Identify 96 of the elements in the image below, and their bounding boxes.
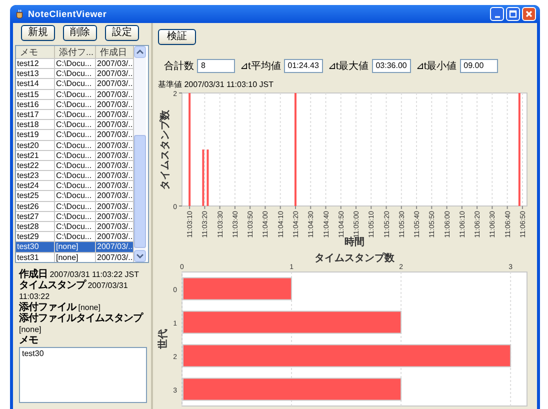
table-cell: C:\Docu...	[55, 222, 96, 232]
table-cell: C:\Docu...	[55, 90, 96, 99]
scroll-thumb[interactable]	[134, 134, 146, 248]
table-cell: test16	[16, 100, 55, 109]
scroll-up-icon[interactable]	[134, 46, 146, 58]
detail-text: タイムスタンプ 2007/03/31 11:03:22	[19, 280, 129, 302]
table-cell: [none]	[55, 242, 96, 252]
table-cell: test20	[16, 140, 55, 150]
minimize-button[interactable]	[490, 7, 504, 21]
table-row[interactable]: test17 C:\Docu... 2007/03/...	[16, 108, 134, 120]
table-row[interactable]: test26 C:\Docu... 2007/03/...	[16, 200, 134, 211]
table-cell: C:\Docu...	[55, 130, 96, 140]
axis-title: 世代	[158, 328, 169, 348]
toolbar-button[interactable]: 新規	[21, 25, 55, 41]
toolbar-button[interactable]: 削除	[63, 25, 97, 41]
axis-title: タイムスタンプ数	[160, 110, 171, 190]
table-cell: test24	[16, 181, 55, 190]
stat-field[interactable]: 01:24.43	[284, 59, 323, 73]
table-row[interactable]: test25 C:\Docu... 2007/03/...	[16, 190, 134, 201]
table-cell: test17	[16, 110, 55, 120]
column-header[interactable]: メモ	[16, 46, 55, 58]
axis-title: タイムスタンプ数	[314, 252, 394, 264]
table-cell: C:\Docu...	[55, 171, 96, 180]
table-cell: test15	[16, 90, 55, 99]
maximize-button[interactable]	[506, 7, 520, 21]
table-row[interactable]: test31 [none] 2007/03/...	[16, 252, 134, 262]
table-cell: C:\Docu...	[55, 69, 96, 78]
table-row[interactable]: test24 C:\Docu... 2007/03/...	[16, 180, 134, 190]
table-cell: C:\Docu...	[55, 191, 96, 201]
stat-label: ⊿t平均値	[240, 60, 281, 73]
table-cell: test31	[16, 252, 55, 262]
scrollbar[interactable]	[134, 46, 146, 262]
table-row[interactable]: test15 C:\Docu... 2007/03/...	[16, 88, 134, 99]
table-cell: test28	[16, 222, 55, 232]
table-cell: test23	[16, 171, 55, 180]
memo-field[interactable]: test30	[19, 346, 147, 403]
table-cell: test13	[16, 69, 55, 78]
scroll-down-icon[interactable]	[134, 250, 146, 262]
table-cell: test25	[16, 191, 55, 201]
chart-bar	[202, 150, 204, 206]
table-row[interactable]: test20 C:\Docu... 2007/03/...	[16, 140, 134, 150]
stat-field[interactable]: 03:36.00	[372, 59, 411, 73]
toolbar-button[interactable]: 設定	[105, 25, 139, 41]
close-icon	[524, 9, 534, 19]
table-cell: C:\Docu...	[55, 120, 96, 130]
chart-bar	[206, 150, 209, 206]
detail-text: 添付ファイルタイムスタンプ [none]	[19, 312, 144, 335]
table-cell: test27	[16, 212, 55, 221]
axis-title: 時間	[344, 237, 364, 248]
table-cell: C:\Docu...	[55, 79, 96, 89]
table-row[interactable]: test16 C:\Docu... 2007/03/...	[16, 98, 134, 109]
table-cell: test14	[16, 79, 55, 89]
table-cell: test26	[16, 202, 55, 211]
table-cell: C:\Docu...	[55, 181, 96, 190]
stat-field[interactable]: 8	[197, 59, 235, 73]
stat-label: ⊿t最大値	[328, 60, 369, 73]
table-row[interactable]: test12 C:\Docu... 2007/03/...	[16, 58, 134, 68]
minimize-icon	[494, 16, 500, 18]
table-row[interactable]: test27 C:\Docu... 2007/03/...	[16, 210, 134, 221]
maximize-icon	[508, 9, 518, 19]
table-cell: C:\Docu...	[55, 212, 96, 221]
detail-text: 添付ファイル [none]	[19, 302, 102, 313]
table-cell: test30	[16, 242, 55, 252]
cup-icon	[14, 8, 25, 20]
close-button[interactable]	[522, 7, 536, 21]
stat-label: 合計数	[164, 60, 194, 73]
base-value-text: 基準値 2007/03/31 11:03:10 JST	[157, 79, 274, 90]
table-cell: C:\Docu...	[55, 59, 96, 68]
table-row[interactable]: test19 C:\Docu... 2007/03/...	[16, 129, 134, 140]
detail-text: 作成日 2007/03/31 11:03:22 JST	[19, 268, 140, 280]
table-row[interactable]: test14 C:\Docu... 2007/03/...	[16, 78, 134, 89]
table-cell: [none]	[55, 252, 96, 262]
table-row[interactable]: test13 C:\Docu... 2007/03/...	[16, 68, 134, 78]
column-header[interactable]: 添付フ...	[55, 46, 96, 58]
table-row[interactable]: test21 C:\Docu... 2007/03/...	[16, 150, 134, 160]
memo-label: メモ	[19, 334, 39, 346]
table-row[interactable]: test22 C:\Docu... 2007/03/...	[16, 160, 134, 170]
verify-button[interactable]: 検証	[158, 29, 196, 45]
table-row[interactable]: test23 C:\Docu... 2007/03/...	[16, 170, 134, 180]
table-cell: C:\Docu...	[55, 202, 96, 211]
table-cell: C:\Docu...	[55, 160, 96, 170]
table-cell: C:\Docu...	[55, 150, 96, 160]
table-cell: test19	[16, 130, 55, 140]
table-cell: test12	[16, 59, 55, 68]
table-cell: C:\Docu...	[55, 100, 96, 109]
table-row[interactable]: test18 C:\Docu... 2007/03/...	[16, 119, 134, 130]
table-cell: test21	[16, 150, 55, 160]
stat-field[interactable]: 09.00	[460, 59, 498, 73]
table-cell: C:\Docu...	[55, 110, 96, 120]
window-title: NoteClientViewer	[28, 9, 108, 19]
table-cell: C:\Docu...	[55, 140, 96, 150]
table-row[interactable]: test30 [none] 2007/03/...	[16, 241, 134, 252]
stat-label: ⊿t最小値	[416, 60, 457, 73]
table-cell: test18	[16, 120, 55, 130]
table-cell: test22	[16, 160, 55, 170]
table-row[interactable]: test28 C:\Docu... 2007/03/...	[16, 221, 134, 232]
